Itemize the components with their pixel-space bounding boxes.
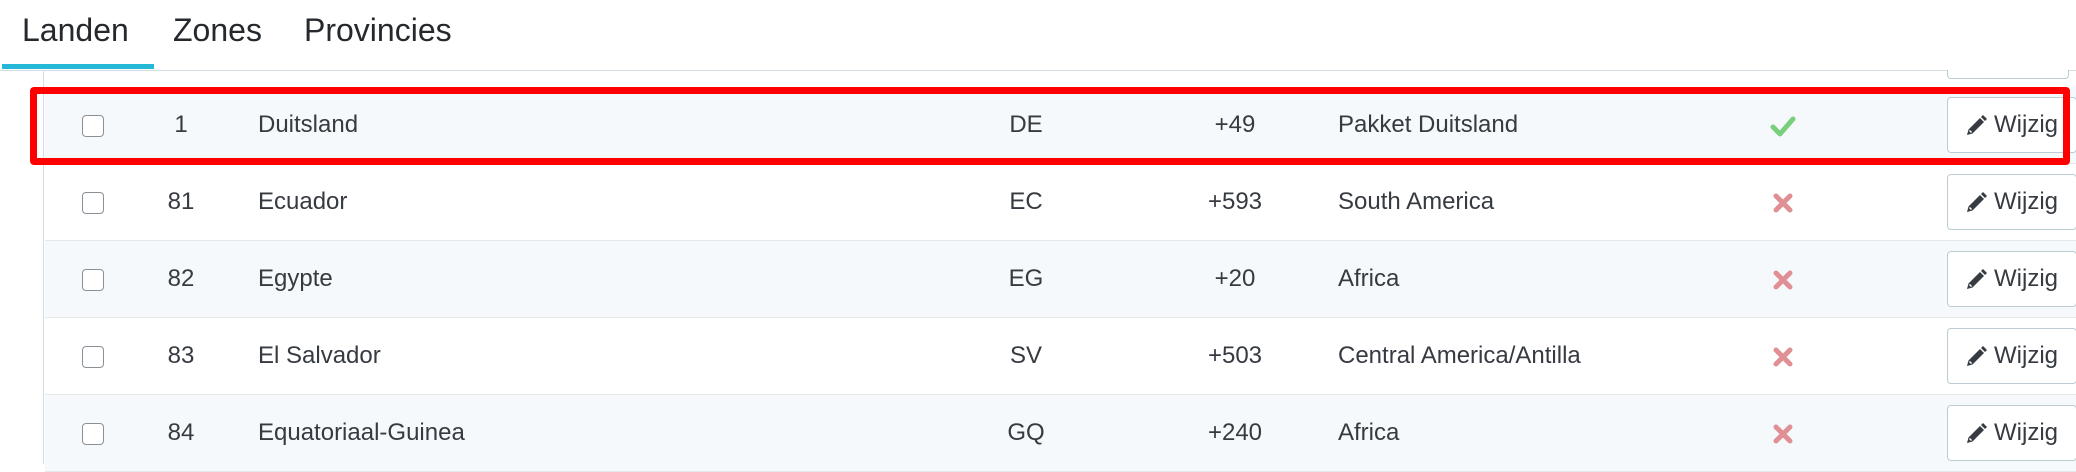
call-prefix: +503 — [1207, 342, 1263, 369]
cross-icon[interactable] — [1770, 190, 1796, 216]
country-id: 82 — [167, 265, 195, 292]
tab-provincies[interactable]: Provincies — [304, 10, 452, 60]
table-row: 82 Egypte EG +20 Africa Wijzig — [45, 241, 2076, 318]
pencil-icon — [1967, 192, 1987, 212]
pencil-icon — [1967, 269, 1987, 289]
pencil-icon — [1967, 423, 1987, 443]
check-icon[interactable] — [1770, 113, 1796, 139]
zone-name: Africa — [1338, 265, 1400, 292]
country-id: 84 — [167, 419, 195, 446]
row-checkbox[interactable] — [82, 346, 104, 368]
edit-button[interactable]: Wijzig — [1947, 328, 2076, 384]
tab-zones[interactable]: Zones — [173, 10, 262, 60]
active-tab-indicator — [2, 64, 154, 69]
zone-name: South America — [1338, 188, 1495, 215]
table-row: 83 El Salvador SV +503 Central America/A… — [45, 318, 2076, 395]
edit-button[interactable]: Wijzig — [1947, 174, 2076, 230]
edit-button-label: Wijzig — [1994, 419, 2058, 446]
country-name: El Salvador — [258, 342, 381, 369]
edit-button[interactable]: Wijzig — [1947, 251, 2076, 307]
tab-landen[interactable]: Landen — [22, 10, 129, 60]
edit-button-label: Wijzig — [1994, 111, 2058, 138]
country-id: 83 — [167, 342, 195, 369]
table-row: 81 Ecuador EC +593 South America Wijzig — [45, 164, 2076, 241]
iso-code: GQ — [1007, 419, 1045, 446]
country-name: Duitsland — [258, 111, 359, 138]
call-prefix: +593 — [1207, 188, 1263, 215]
country-name: Ecuador — [258, 188, 348, 215]
iso-code: EC — [1009, 188, 1043, 215]
country-id: 1 — [174, 111, 188, 138]
cross-icon[interactable] — [1770, 344, 1796, 370]
edit-button-label: Wijzig — [1994, 342, 2058, 369]
zone-name: Pakket Duitsland — [1338, 111, 1519, 138]
zone-name: Africa — [1338, 419, 1400, 446]
cross-icon[interactable] — [1770, 421, 1796, 447]
country-name: Egypte — [258, 265, 333, 292]
iso-code: EG — [1008, 265, 1044, 292]
row-checkbox[interactable] — [82, 269, 104, 291]
table-row: 1 Duitsland DE +49 Pakket Duitsland Wijz… — [45, 87, 2076, 164]
edit-button[interactable]: Wijzig — [1947, 405, 2076, 461]
country-id: 81 — [167, 188, 195, 215]
call-prefix: +240 — [1207, 419, 1263, 446]
zone-name: Central America/Antilla — [1338, 342, 1581, 369]
country-name: Equatoriaal-Guinea — [258, 419, 465, 446]
edit-button-label: Wijzig — [1994, 188, 2058, 215]
iso-code: DE — [1009, 111, 1043, 138]
row-checkbox[interactable] — [82, 423, 104, 445]
pencil-icon — [1967, 346, 1987, 366]
partial-edit-button[interactable] — [1947, 70, 2069, 79]
iso-code: SV — [1009, 342, 1042, 369]
call-prefix: +20 — [1214, 265, 1256, 292]
table-row: 84 Equatoriaal-Guinea GQ +240 Africa Wij… — [45, 395, 2076, 472]
call-prefix: +49 — [1214, 111, 1256, 138]
countries-table: 1 Duitsland DE +49 Pakket Duitsland Wijz… — [43, 70, 2076, 472]
row-checkbox[interactable] — [82, 115, 104, 137]
tab-bar: Landen Zones Provincies — [0, 0, 2076, 71]
edit-button[interactable]: Wijzig — [1947, 97, 2076, 153]
row-checkbox[interactable] — [82, 192, 104, 214]
pencil-icon — [1967, 115, 1987, 135]
edit-button-label: Wijzig — [1994, 265, 2058, 292]
cross-icon[interactable] — [1770, 267, 1796, 293]
